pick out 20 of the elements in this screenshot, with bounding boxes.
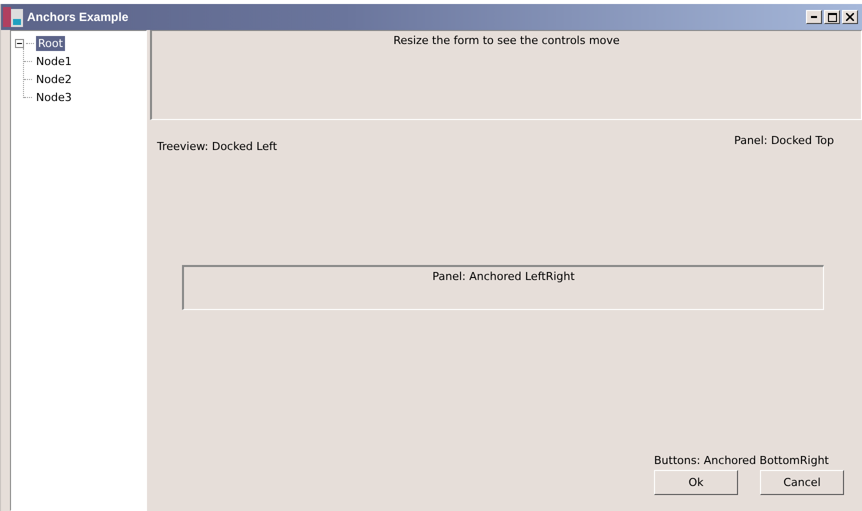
tree-item[interactable]: Node1	[34, 54, 74, 68]
ok-button[interactable]: Ok	[654, 470, 738, 495]
close-icon	[846, 13, 854, 21]
label-text: Panel: Docked Top	[734, 134, 834, 149]
maximize-button[interactable]	[824, 10, 840, 24]
tree-item[interactable]: Root	[36, 36, 65, 50]
tree-item[interactable]: Node3	[34, 90, 74, 104]
panel-text: Resize the form to see the controls move	[393, 34, 620, 47]
cancel-button[interactable]: Cancel	[760, 470, 844, 495]
tree-item[interactable]: Node2	[34, 72, 74, 86]
window-title: Anchors Example	[27, 10, 130, 24]
app-icon	[3, 7, 23, 27]
label-text: Buttons: Anchored BottomRight	[654, 454, 829, 467]
collapse-icon[interactable]	[15, 38, 24, 48]
minimize-button[interactable]	[806, 10, 822, 24]
maximize-icon	[828, 12, 836, 22]
close-button[interactable]	[842, 10, 858, 24]
label-text: Treeview: Docked Left	[157, 140, 278, 153]
panel-text: Panel: Anchored LeftRight	[432, 270, 575, 283]
minimize-icon	[811, 16, 817, 18]
